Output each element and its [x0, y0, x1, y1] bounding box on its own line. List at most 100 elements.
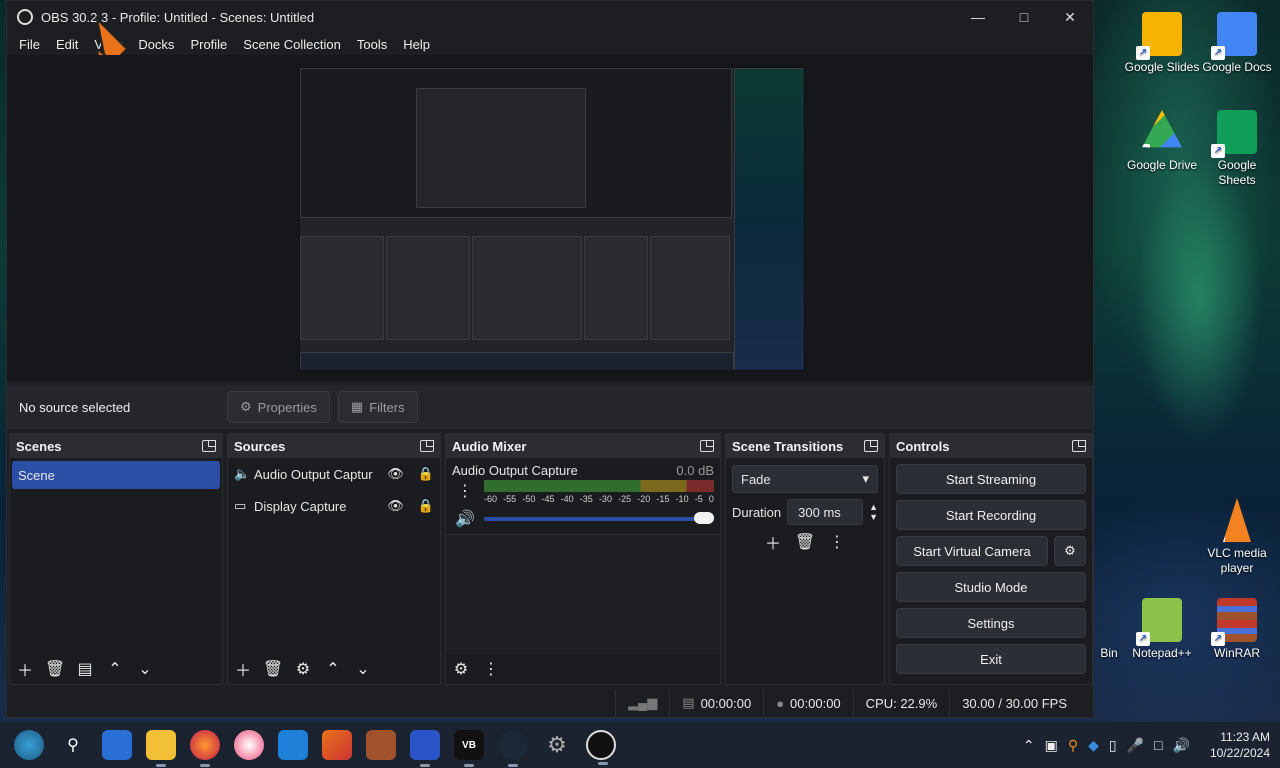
meter-tick-label: -45: [541, 494, 555, 504]
tray-app-icon[interactable]: ▣: [1045, 737, 1058, 754]
source-item-display[interactable]: ▭ Display Capture 👁 🔒: [228, 490, 440, 522]
winrar-taskbar-icon[interactable]: [366, 730, 396, 760]
volume-slider-track[interactable]: [484, 517, 714, 521]
transition-select[interactable]: Fade ▾: [732, 465, 878, 493]
move-up-icon[interactable]: ⌃: [104, 658, 126, 680]
mixer-level: 0.0 dB: [676, 463, 714, 478]
eye-icon[interactable]: 👁: [387, 466, 404, 482]
undock-icon[interactable]: [700, 440, 714, 452]
virtual-camera-settings-button[interactable]: ⚙: [1054, 536, 1086, 566]
move-down-icon[interactable]: ⌄: [352, 658, 374, 680]
minimize-button[interactable]: —: [955, 1, 1001, 33]
settings-button[interactable]: Settings: [896, 608, 1086, 638]
undock-icon[interactable]: [1072, 440, 1086, 452]
studio-mode-button[interactable]: Studio Mode: [896, 572, 1086, 602]
notepad-plus-plus-shortcut[interactable]: Notepad++: [1123, 598, 1201, 661]
app-icon[interactable]: [322, 730, 352, 760]
firefox-icon[interactable]: [190, 730, 220, 767]
start-streaming-button[interactable]: Start Streaming: [896, 464, 1086, 494]
undock-icon[interactable]: [202, 440, 216, 452]
steam-icon[interactable]: [498, 730, 528, 767]
transition-more-icon[interactable]: ⋮: [826, 531, 848, 553]
usb-icon[interactable]: ▯: [1109, 737, 1117, 754]
app-taskbar-icon[interactable]: [410, 730, 440, 767]
start-globe-icon[interactable]: [14, 730, 44, 760]
winrar-shortcut[interactable]: WinRAR: [1198, 598, 1276, 661]
mixer-channel-name: Audio Output Capture: [452, 463, 578, 478]
tray-search-icon[interactable]: ⚲: [1068, 737, 1078, 754]
mixer-menu-icon[interactable]: ⋮: [454, 480, 476, 502]
meter-tick-label: -25: [618, 494, 632, 504]
add-source-icon[interactable]: ＋: [232, 658, 254, 680]
search-icon[interactable]: ⚲: [58, 730, 88, 760]
move-up-icon[interactable]: ⌃: [322, 658, 344, 680]
mixer-more-icon[interactable]: ⋮: [480, 658, 502, 680]
itunes-icon[interactable]: [234, 730, 264, 760]
menu-tools[interactable]: Tools: [349, 37, 395, 52]
clock[interactable]: 11:23 AM 10/22/2024: [1210, 729, 1270, 761]
move-down-icon[interactable]: ⌄: [134, 658, 156, 680]
transition-value: Fade: [741, 471, 771, 487]
microsoft-store-icon[interactable]: [278, 730, 308, 760]
filters-button[interactable]: ▦ Filters: [337, 391, 418, 423]
add-transition-icon[interactable]: ＋: [762, 531, 784, 553]
undock-icon[interactable]: [864, 440, 878, 452]
menu-profile[interactable]: Profile: [182, 37, 235, 52]
voicemeeter-icon[interactable]: VB: [454, 730, 484, 767]
add-scene-icon[interactable]: ＋: [14, 658, 36, 680]
eye-icon[interactable]: 👁: [387, 498, 404, 514]
maximize-button[interactable]: □: [1001, 1, 1047, 33]
start-virtual-camera-button[interactable]: Start Virtual Camera: [896, 536, 1048, 566]
sources-dock: Sources 🔈 Audio Output Captur 👁 🔒 ▭ Disp…: [227, 433, 441, 685]
shield-icon[interactable]: ◆: [1088, 737, 1099, 754]
title-bar[interactable]: OBS 30.2.3 - Profile: Untitled - Scenes:…: [7, 1, 1093, 33]
undock-icon[interactable]: [420, 440, 434, 452]
gear-icon: ⚙: [1064, 543, 1076, 558]
obs-taskbar-icon[interactable]: [586, 730, 616, 765]
meter-tick-label: -20: [637, 494, 651, 504]
volume-slider-handle[interactable]: [694, 512, 714, 524]
file-explorer-icon[interactable]: [146, 730, 176, 767]
mixer-settings-icon[interactable]: ⚙: [450, 658, 472, 680]
properties-button[interactable]: ⚙ Properties: [227, 391, 330, 423]
desktop-icon-label: Google Sheets: [1217, 158, 1257, 187]
clock-date: 10/22/2024: [1209, 746, 1270, 760]
source-item-audio[interactable]: 🔈 Audio Output Captur 👁 🔒: [228, 458, 440, 490]
google-drive-shortcut[interactable]: Google Drive: [1123, 110, 1201, 173]
menu-scene-collection[interactable]: Scene Collection: [235, 37, 349, 52]
scene-filters-icon[interactable]: ▤: [74, 658, 96, 680]
vlc-shortcut[interactable]: VLC media player: [1198, 498, 1276, 576]
task-view-icon[interactable]: [102, 730, 132, 760]
microphone-icon[interactable]: 🎤: [1127, 737, 1144, 754]
recycle-bin-shortcut[interactable]: Bin: [1094, 646, 1124, 661]
desktop-icon-label: Google Docs: [1202, 60, 1272, 74]
volume-icon[interactable]: 🔊: [1173, 737, 1190, 754]
remove-source-icon[interactable]: 🗑: [262, 658, 284, 680]
monitor-icon: ▭: [234, 498, 247, 513]
remove-scene-icon[interactable]: 🗑: [44, 658, 66, 680]
controls-title: Controls: [896, 438, 950, 454]
meter-tick-label: -35: [579, 494, 593, 504]
start-recording-button[interactable]: Start Recording: [896, 500, 1086, 530]
mute-speaker-icon[interactable]: 🔊: [454, 508, 476, 530]
google-docs-shortcut[interactable]: Google Docs: [1198, 12, 1276, 75]
preview-canvas[interactable]: [7, 55, 1093, 381]
lock-icon[interactable]: 🔒: [418, 498, 434, 514]
desktop-icon-label: Google Slides: [1124, 60, 1200, 74]
source-properties-icon[interactable]: ⚙: [292, 658, 314, 680]
close-button[interactable]: ✕: [1047, 1, 1093, 33]
duration-spinbox[interactable]: 300 ms: [787, 499, 864, 525]
meter-tick-label: -15: [656, 494, 670, 504]
scene-item[interactable]: Scene: [12, 461, 220, 489]
google-slides-shortcut[interactable]: Google Slides: [1123, 12, 1201, 75]
remove-transition-icon[interactable]: 🗑: [794, 531, 816, 553]
exit-button[interactable]: Exit: [896, 644, 1086, 674]
lock-icon[interactable]: 🔒: [418, 466, 434, 482]
duration-stepper[interactable]: ▲ ▼: [869, 502, 878, 522]
chevron-up-icon[interactable]: ⌃: [1023, 737, 1035, 754]
network-icon[interactable]: □: [1154, 737, 1162, 753]
google-sheets-shortcut[interactable]: Google Sheets: [1198, 110, 1276, 188]
menu-help[interactable]: Help: [395, 37, 438, 52]
volume-meter: [484, 480, 714, 492]
settings-gear-icon[interactable]: ⚙: [542, 730, 572, 760]
